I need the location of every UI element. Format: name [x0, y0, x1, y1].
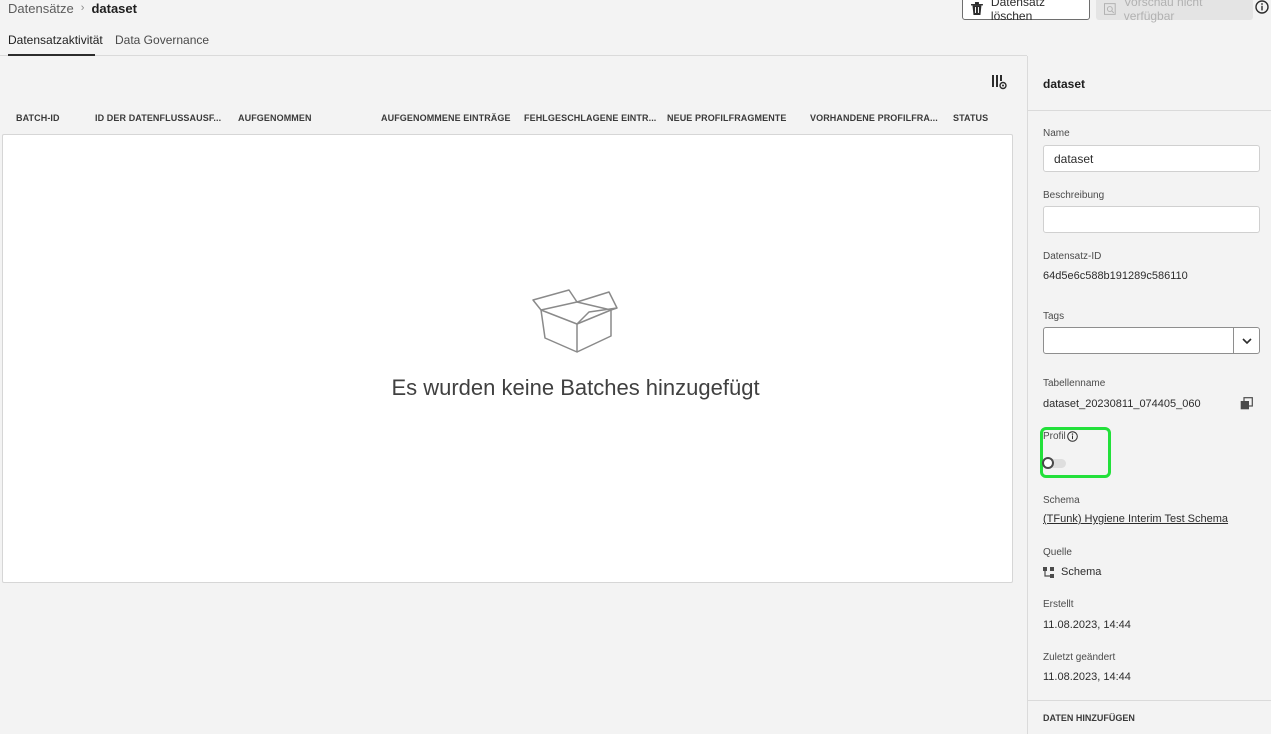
- delete-dataset-label: Datensatz löschen: [990, 0, 1045, 23]
- column-header-new-profile-fragments[interactable]: NEUE PROFILFRAGMENTE: [667, 113, 787, 123]
- column-header-batch-id[interactable]: BATCH-ID: [16, 113, 60, 123]
- source-value: Schema: [1061, 566, 1102, 578]
- add-data-heading: DATEN HINZUFÜGEN: [1043, 713, 1135, 723]
- breadcrumb-separator: ›: [80, 2, 85, 14]
- tab-dataset-activity[interactable]: Datensatzaktivität: [8, 33, 103, 56]
- column-header-ingested-records[interactable]: AUFGENOMMENE EINTRÄGE: [381, 113, 511, 123]
- profile-label: Profil: [1043, 431, 1066, 442]
- column-header-failed-records[interactable]: FEHLGESCHLAGENE EINTR...: [524, 113, 656, 123]
- dataset-id-value: 64d5e6c588b191289c586110: [1043, 270, 1188, 282]
- description-label: Beschreibung: [1043, 190, 1105, 201]
- modified-label: Zuletzt geändert: [1043, 652, 1116, 663]
- tab-bar: Datensatzaktivität Data Governance: [0, 33, 1027, 56]
- column-header-dataflow-run-id[interactable]: ID DER DATENFLUSSAUSF...: [95, 113, 221, 123]
- description-field[interactable]: [1043, 206, 1260, 233]
- trash-icon: [971, 2, 983, 15]
- panel-divider: [1028, 110, 1271, 111]
- panel-divider: [1028, 700, 1271, 701]
- name-field[interactable]: dataset: [1043, 145, 1260, 172]
- tab-data-governance[interactable]: Data Governance: [115, 33, 209, 56]
- details-panel: dataset Name dataset Beschreibung Datens…: [1027, 56, 1271, 734]
- modified-value: 11.08.2023, 14:44: [1043, 671, 1131, 683]
- column-settings-icon[interactable]: [991, 74, 1007, 90]
- info-icon[interactable]: [1066, 431, 1078, 442]
- empty-state-message: Es wurden keine Batches hinzugefügt: [391, 375, 760, 400]
- panel-title: dataset: [1043, 77, 1086, 91]
- breadcrumb-parent-link[interactable]: Datensätze: [8, 1, 74, 16]
- tags-input[interactable]: [1043, 327, 1260, 354]
- copy-icon[interactable]: [1240, 397, 1253, 410]
- profile-label-row: Profil: [1043, 431, 1078, 442]
- schema-icon: [1043, 566, 1054, 578]
- table-body: Es wurden keine Batches hinzugefügt: [2, 134, 1013, 583]
- breadcrumb: Datensätze › dataset: [8, 0, 137, 16]
- empty-box-icon: [532, 289, 618, 353]
- chevron-down-icon: [1241, 337, 1252, 344]
- created-value: 11.08.2023, 14:44: [1043, 619, 1131, 631]
- table-name-value: dataset_20230811_074405_060: [1043, 398, 1201, 410]
- column-header-status[interactable]: STATUS: [953, 113, 988, 123]
- profile-toggle[interactable]: [1042, 457, 1066, 469]
- column-header-existing-profile-fragments[interactable]: VORHANDENE PROFILFRA...: [810, 113, 938, 123]
- preview-button[interactable]: Vorschau nicht verfügbar: [1096, 0, 1253, 23]
- table-header: BATCH-ID ID DER DATENFLUSSAUSF... AUFGEN…: [0, 113, 1013, 127]
- name-label: Name: [1043, 128, 1070, 139]
- delete-dataset-button[interactable]: Datensatz löschen: [962, 0, 1090, 23]
- column-header-ingested[interactable]: AUFGENOMMEN: [238, 113, 312, 123]
- preview-icon: [1104, 2, 1116, 15]
- breadcrumb-current: dataset: [91, 0, 137, 16]
- schema-label: Schema: [1043, 495, 1080, 506]
- dataset-id-label: Datensatz-ID: [1043, 251, 1102, 262]
- source-label: Quelle: [1043, 547, 1072, 558]
- created-label: Erstellt: [1043, 599, 1074, 610]
- schema-link[interactable]: (TFunk) Hygiene Interim Test Schema: [1043, 513, 1228, 525]
- info-icon[interactable]: [1255, 0, 1269, 14]
- tags-dropdown-button[interactable]: [1233, 328, 1259, 353]
- table-name-label: Tabellenname: [1043, 378, 1106, 389]
- tags-label: Tags: [1043, 311, 1065, 322]
- preview-label: Vorschau nicht verfügbar: [1123, 0, 1203, 23]
- profile-toggle-knob: [1042, 457, 1054, 469]
- source-row: Schema: [1043, 566, 1101, 578]
